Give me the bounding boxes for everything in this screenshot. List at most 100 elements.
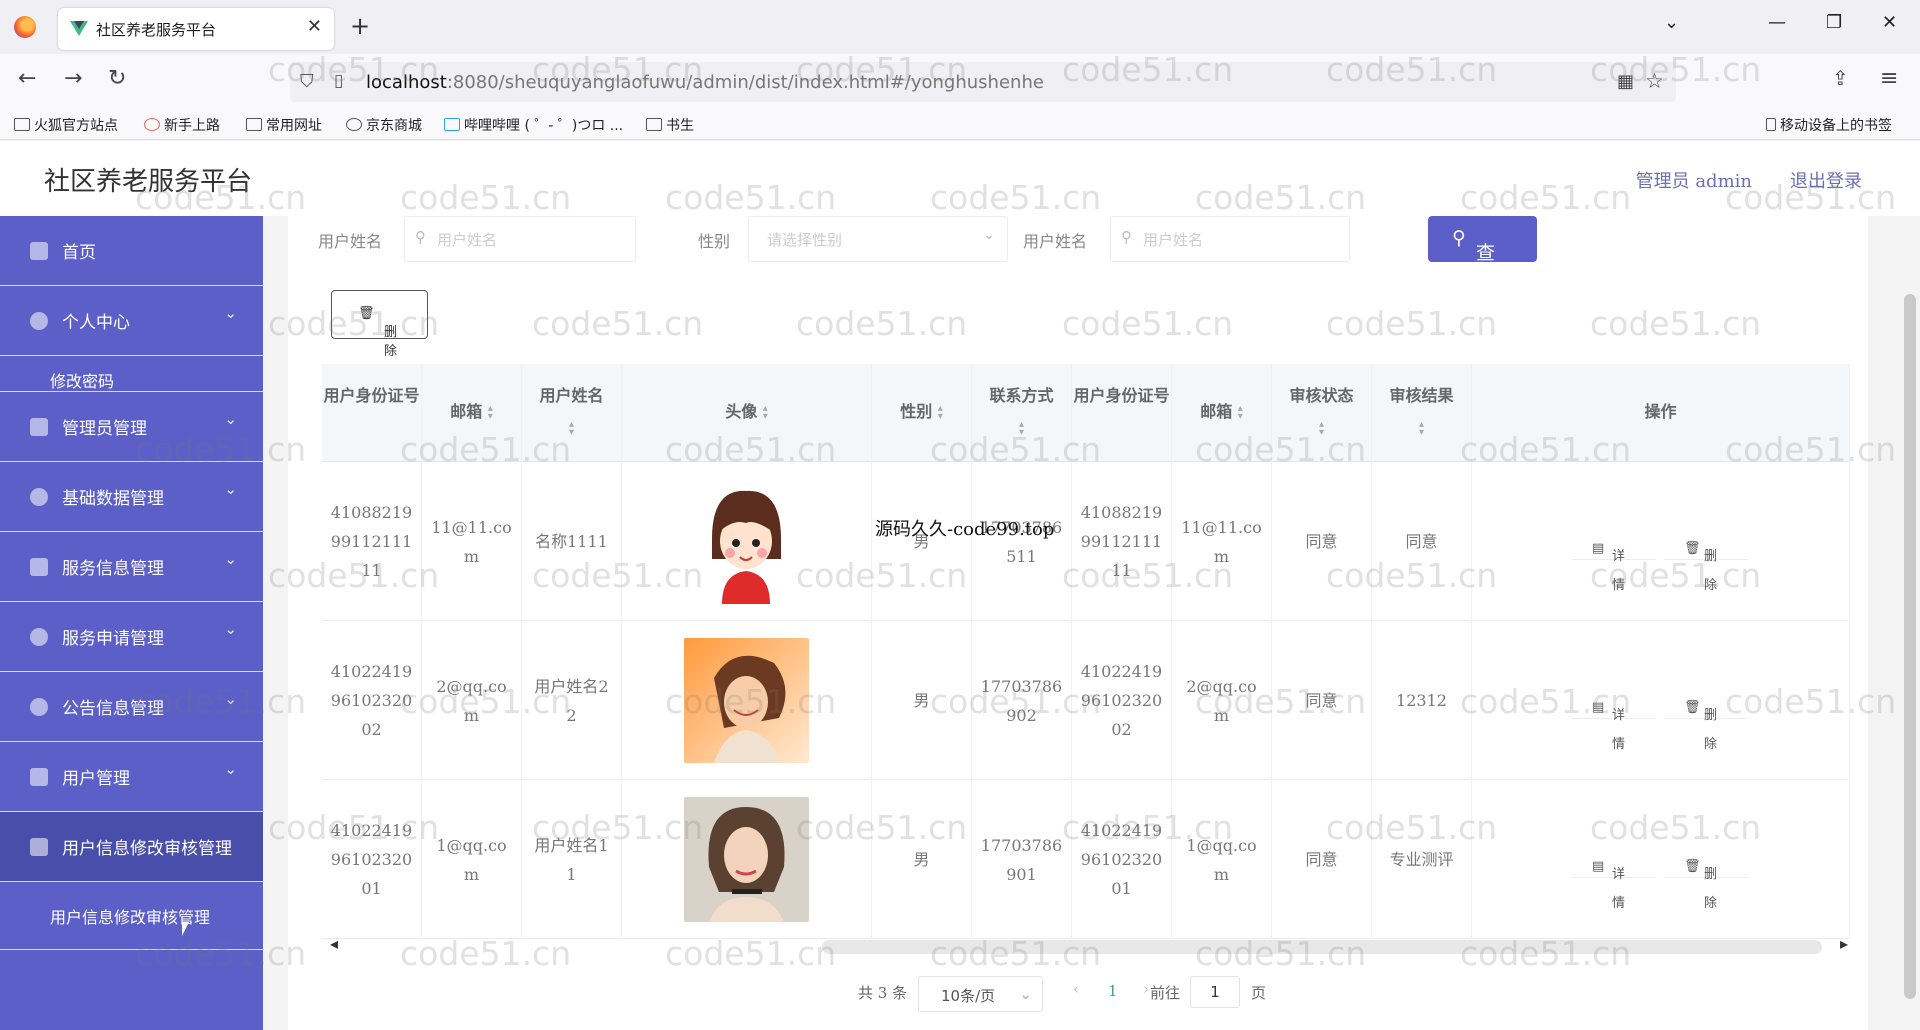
detail-button[interactable]: ▤ 详情 [1572, 685, 1656, 752]
sidebar-item-admin[interactable]: 管理员管理 ⌄ [0, 392, 263, 462]
cell-phone: 17703786511 [972, 462, 1072, 621]
cell-id-2: 410882199911211111 [1072, 462, 1172, 621]
sidebar-item-service-apply[interactable]: 服务申请管理 ⌄ [0, 602, 263, 672]
search-icon: ⚲ [1121, 228, 1132, 246]
bookmark-item[interactable]: 新手上路 [144, 115, 220, 135]
close-window-icon[interactable]: ✕ [1882, 12, 1897, 33]
sidebar-item-service-info[interactable]: 服务信息管理 ⌄ [0, 532, 263, 602]
bookmarks-bar: 火狐官方站点 新手上路 常用网址 京东商城 哔哩哔哩 ( ゜- ゜)つロ ...… [0, 110, 1920, 140]
bookmark-item[interactable]: 常用网址 [246, 115, 322, 135]
sidebar-item-users[interactable]: 用户管理 ⌄ [0, 742, 263, 812]
col-header-gender[interactable]: 性别 ▴ ▾ [872, 364, 972, 462]
col-header-avatar[interactable]: 头像 ▴ ▾ [622, 364, 872, 462]
sliders-icon [30, 838, 48, 856]
bookmark-item[interactable]: 京东商城 [346, 115, 422, 135]
cell-id: 410224199610232001 [322, 780, 422, 939]
goto-prefix: 前往 [1150, 984, 1181, 1002]
logout-link[interactable]: 退出登录 [1790, 167, 1862, 193]
detail-button[interactable]: ▤ 详情 [1572, 526, 1656, 593]
detail-button[interactable]: ▤ 详情 [1572, 844, 1656, 911]
sidebar-item-label: 个人中心 [62, 313, 130, 333]
data-table: 用户身份证号 邮箱 ▴ ▾ 用户姓名 ▴ ▾ 头像 ▴ ▾ 性别 ▴ ▾ 联系方式 ▴ ▾ 用… [322, 364, 1850, 954]
prev-page-icon[interactable]: ‹ [1073, 980, 1079, 998]
avatar-photo-woman-2[interactable] [684, 797, 809, 922]
tab-list-icon[interactable]: ⌄ [1664, 12, 1679, 33]
scroll-thumb[interactable] [822, 940, 1822, 954]
url-text[interactable]: localhost:8080/sheuquyanglaofuwu/admin/d… [366, 72, 1044, 93]
name-search-input[interactable]: ⚲ 用户姓名 [404, 216, 636, 262]
cell-email: 11@11.com [422, 462, 522, 621]
shield-icon[interactable]: ⛉ [300, 71, 314, 92]
bookmark-item[interactable]: 火狐官方站点 [14, 115, 118, 135]
col-header-email-2[interactable]: 邮箱 ▴ ▾ [1172, 364, 1272, 462]
cell-status: 同意 [1272, 780, 1372, 939]
restore-icon[interactable]: ❐ [1826, 12, 1842, 33]
menu-icon[interactable]: ≡ [1880, 66, 1898, 91]
back-icon[interactable]: ← [18, 66, 36, 91]
scroll-left-icon[interactable]: ◂ [330, 934, 338, 953]
pagination-total: 共 3 条 [858, 984, 908, 1002]
col-header-result[interactable]: 审核结果 ▴ ▾ [1372, 364, 1472, 462]
reload-icon[interactable]: ↻ [108, 66, 126, 91]
cell-name: 用户姓名11 [522, 780, 622, 939]
sidebar-item-home[interactable]: 首页 [0, 216, 263, 286]
sidebar-item-label: 公告信息管理 [62, 699, 164, 719]
extensions-icon[interactable]: ⇪ [1832, 66, 1849, 90]
sidebar-item-audit[interactable]: 用户信息修改审核管理 [0, 812, 263, 882]
cell-email-2: 1@qq.com [1172, 780, 1272, 939]
address-bar[interactable]: ⛉ ▯ localhost:8080/sheuquyanglaofuwu/adm… [290, 62, 1676, 102]
mobile-bookmarks[interactable]: 移动设备上的书签 [1766, 115, 1892, 135]
avatar-cartoon-girl[interactable] [684, 479, 809, 604]
sidebar-item-label: 用户信息修改审核管理 [62, 839, 232, 859]
chevron-down-icon: ⌄ [224, 690, 237, 708]
cell-phone: 17703786902 [972, 621, 1072, 780]
col-header-name[interactable]: 用户姓名 ▴ ▾ [522, 364, 622, 462]
sidebar-sub-password[interactable]: 修改密码 [0, 356, 263, 392]
grid-icon [30, 768, 48, 786]
avatar-photo-woman[interactable] [684, 638, 809, 763]
gender-select[interactable]: 请选择性别 ⌄ [748, 216, 1008, 262]
scroll-right-icon[interactable]: ▸ [1840, 934, 1848, 953]
delete-button[interactable]: 🗑 删除 [1664, 526, 1748, 593]
page-number-current[interactable]: 1 [1108, 982, 1118, 1000]
qr-code-icon[interactable]: ▦ [1617, 71, 1634, 92]
vertical-scrollbar[interactable] [1900, 216, 1920, 1030]
browser-tab[interactable]: 社区养老服务平台 ✕ [58, 8, 334, 50]
bookmark-item[interactable]: 哔哩哔哩 ( ゜- ゜)つロ ... [444, 115, 623, 135]
chevron-down-icon: ⌄ [224, 620, 237, 638]
admin-user-label[interactable]: 管理员 admin [1636, 167, 1752, 193]
cell-result: 专业测评 [1372, 780, 1472, 939]
cell-actions: ▤ 详情 🗑 删除 [1472, 780, 1850, 939]
vertical-scroll-thumb[interactable] [1904, 294, 1916, 999]
delete-button[interactable]: 🗑 删除 [1664, 844, 1748, 911]
next-page-icon[interactable]: › [1143, 980, 1149, 998]
col-header-phone[interactable]: 联系方式 ▴ ▾ [972, 364, 1072, 462]
bookmark-star-icon[interactable]: ☆ [1645, 69, 1664, 93]
col-header-id-2[interactable]: 用户身份证号 [1072, 364, 1172, 462]
firefox-icon[interactable] [14, 16, 36, 38]
col-header-status[interactable]: 审核状态 ▴ ▾ [1272, 364, 1372, 462]
chevron-down-icon: ⌄ [224, 550, 237, 568]
bookmark-item[interactable]: 书生 [646, 115, 694, 135]
batch-delete-button[interactable]: 🗑 删除 [331, 290, 428, 359]
close-tab-icon[interactable]: ✕ [307, 16, 322, 37]
horizontal-scrollbar[interactable]: ◂ ▸ [322, 934, 1850, 958]
sidebar-item-basedata[interactable]: 基础数据管理 ⌄ [0, 462, 263, 532]
goto-page-input[interactable]: 1 [1190, 976, 1240, 1008]
query-button[interactable]: 查询 ⚲ [1428, 216, 1537, 291]
minimize-icon[interactable]: — [1768, 12, 1786, 33]
sidebar-item-personal[interactable]: 个人中心 ⌄ [0, 286, 263, 356]
delete-button[interactable]: 🗑 删除 [1664, 685, 1748, 752]
cell-gender: 男 [872, 621, 972, 780]
forward-icon[interactable]: → [64, 66, 82, 91]
name-search-input-2[interactable]: ⚲ 用户姓名 [1110, 216, 1350, 262]
sidebar-item-notice[interactable]: 公告信息管理 ⌄ [0, 672, 263, 742]
sidebar-sub-audit[interactable]: 用户信息修改审核管理 [0, 882, 263, 950]
check-icon [30, 558, 48, 576]
col-header-email[interactable]: 邮箱 ▴ ▾ [422, 364, 522, 462]
col-header-id[interactable]: 用户身份证号 [322, 364, 422, 462]
page-size-select[interactable]: 10条/页 ⌄ [918, 976, 1043, 1012]
new-tab-icon[interactable]: + [350, 12, 370, 40]
overlay-watermark-text: 源码久久-code99.top [875, 519, 1055, 540]
filter-label-gender: 性别 [698, 232, 731, 251]
